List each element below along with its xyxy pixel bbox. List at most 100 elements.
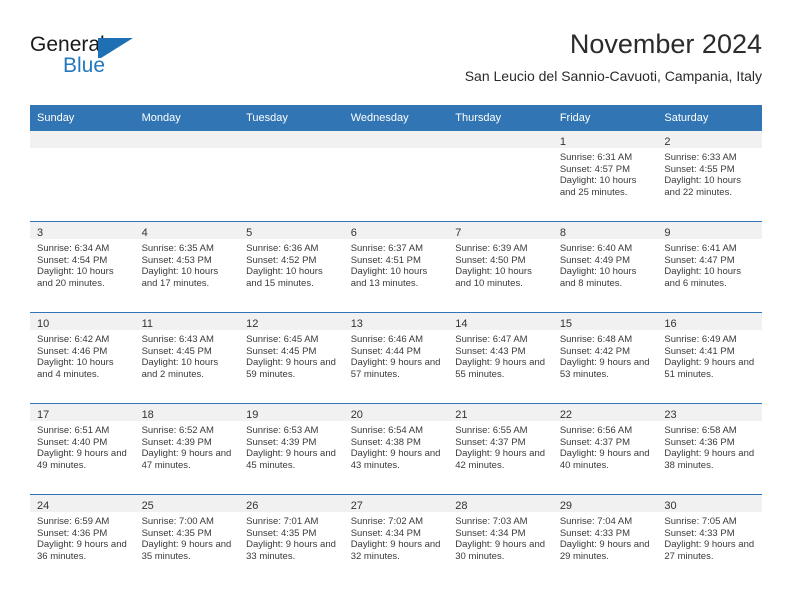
- calendar-day-cell[interactable]: 20 Sunrise: 6:54 AM Sunset: 4:38 PM Dayligh…: [343, 403, 449, 495]
- calendar-header-row-group: Sunday Monday Tuesday Wednesday Thursday…: [30, 105, 762, 131]
- calendar-day-cell[interactable]: 22 Sunrise: 6:56 AM Sunset: 4:37 PM Dayligh…: [552, 403, 658, 495]
- calendar-day-cell[interactable]: 18 Sunrise: 6:52 AM Sunset: 4:39 PM Dayligh…: [134, 403, 240, 495]
- calendar-week-row: 10 Sunrise: 6:42 AM Sunset: 4:46 PM Dayligh…: [30, 312, 762, 404]
- sunrise-line: Sunrise: 6:47 AM: [455, 334, 528, 345]
- sunrise-line: Sunrise: 6:53 AM: [246, 425, 319, 436]
- calendar-day-cell[interactable]: 23 Sunrise: 6:58 AM Sunset: 4:36 PM Dayligh…: [657, 403, 762, 495]
- sunrise-line: Sunrise: 6:37 AM: [350, 243, 424, 254]
- logo-triangle-icon: [101, 38, 133, 58]
- calendar-day-cell[interactable]: 27 Sunrise: 7:02 AM Sunset: 4:34 PM Dayligh…: [343, 494, 449, 585]
- calendar-day-cell[interactable]: 12 Sunrise: 6:45 AM Sunset: 4:45 PM Dayligh…: [239, 312, 344, 404]
- calendar-day-cell[interactable]: 1 Sunrise: 6:31 AM Sunset: 4:57 PM Daylight…: [552, 131, 658, 222]
- calendar-day-cell[interactable]: 10 Sunrise: 6:42 AM Sunset: 4:46 PM Dayligh…: [30, 312, 135, 404]
- day-number-band: 23: [657, 404, 762, 421]
- calendar-day-cell[interactable]: 11 Sunrise: 6:43 AM Sunset: 4:45 PM Dayligh…: [134, 312, 240, 404]
- day-cell-inner: 17 Sunrise: 6:51 AM Sunset: 4:40 PM Dayligh…: [30, 404, 135, 494]
- calendar-day-cell[interactable]: 6 Sunrise: 6:37 AM Sunset: 4:51 PM Daylight…: [343, 221, 449, 313]
- calendar-day-cell[interactable]: 2 Sunrise: 6:33 AM Sunset: 4:55 PM Daylight…: [657, 131, 762, 222]
- calendar-day-cell[interactable]: 5 Sunrise: 6:36 AM Sunset: 4:52 PM Daylight…: [239, 221, 344, 313]
- day-cell-inner: 22 Sunrise: 6:56 AM Sunset: 4:37 PM Dayligh…: [552, 404, 658, 494]
- calendar-day-cell[interactable]: 7 Sunrise: 6:39 AM Sunset: 4:50 PM Daylight…: [448, 221, 553, 313]
- sunrise-line: Sunrise: 6:46 AM: [350, 334, 424, 345]
- daylight-line: Daylight: 9 hours and 59 minutes.: [246, 357, 336, 380]
- day-detail: Sunrise: 6:46 AM Sunset: 4:44 PM Daylight:…: [344, 330, 449, 380]
- sunrise-line: Sunrise: 6:51 AM: [37, 425, 110, 436]
- column-header-thursday: Thursday: [448, 105, 553, 131]
- calendar-day-cell[interactable]: 21 Sunrise: 6:55 AM Sunset: 4:37 PM Dayligh…: [448, 403, 553, 495]
- day-cell-inner: [448, 131, 553, 221]
- sunrise-line: Sunrise: 6:31 AM: [559, 152, 633, 163]
- calendar-day-cell[interactable]: 13 Sunrise: 6:46 AM Sunset: 4:44 PM Dayligh…: [343, 312, 449, 404]
- column-header-saturday: Saturday: [657, 105, 762, 131]
- sunrise-line: Sunrise: 7:02 AM: [350, 516, 424, 527]
- day-number: 25: [141, 500, 154, 512]
- daylight-line: Daylight: 10 hours and 2 minutes.: [141, 357, 219, 380]
- calendar-day-cell[interactable]: 4 Sunrise: 6:35 AM Sunset: 4:53 PM Daylight…: [134, 221, 240, 313]
- calendar-table-wrapper: Sunday Monday Tuesday Wednesday Thursday…: [30, 105, 762, 585]
- day-number: 1: [559, 136, 566, 148]
- day-number-band: [134, 131, 240, 148]
- day-number: 20: [350, 409, 363, 421]
- calendar-day-cell[interactable]: 16 Sunrise: 6:49 AM Sunset: 4:41 PM Dayligh…: [657, 312, 762, 404]
- logo-text-blue: Blue: [63, 54, 106, 77]
- calendar-day-cell[interactable]: 30 Sunrise: 7:05 AM Sunset: 4:33 PM Dayligh…: [657, 494, 762, 585]
- sunrise-line: Sunrise: 6:41 AM: [664, 243, 737, 254]
- calendar-day-cell[interactable]: 19 Sunrise: 6:53 AM Sunset: 4:39 PM Dayligh…: [239, 403, 344, 495]
- daylight-line: Daylight: 9 hours and 35 minutes.: [141, 539, 232, 562]
- daylight-line: Daylight: 10 hours and 22 minutes.: [664, 175, 741, 198]
- sunset-line: Sunset: 4:37 PM: [455, 436, 526, 448]
- day-detail: Sunrise: 7:05 AM Sunset: 4:33 PM Daylight:…: [657, 512, 762, 562]
- calendar-day-cell[interactable]: 15 Sunrise: 6:48 AM Sunset: 4:42 PM Dayligh…: [552, 312, 658, 404]
- day-number-band: 6: [343, 222, 449, 239]
- day-cell-inner: [343, 131, 449, 221]
- day-number-band: 22: [552, 404, 658, 421]
- day-detail: Sunrise: 7:04 AM Sunset: 4:33 PM Daylight:…: [553, 512, 658, 562]
- day-cell-inner: [134, 131, 240, 221]
- sunset-line: Sunset: 4:54 PM: [37, 254, 108, 266]
- calendar-day-cell[interactable]: 29 Sunrise: 7:04 AM Sunset: 4:33 PM Dayligh…: [552, 494, 658, 585]
- column-header-friday: Friday: [552, 105, 658, 131]
- calendar-day-cell: [134, 131, 240, 222]
- calendar-day-cell[interactable]: 26 Sunrise: 7:01 AM Sunset: 4:35 PM Dayligh…: [239, 494, 344, 585]
- calendar-day-cell[interactable]: 24 Sunrise: 6:59 AM Sunset: 4:36 PM Dayligh…: [30, 494, 135, 585]
- column-header-sunday: Sunday: [30, 105, 135, 131]
- calendar-day-cell[interactable]: 14 Sunrise: 6:47 AM Sunset: 4:43 PM Dayligh…: [448, 312, 553, 404]
- day-number: 6: [350, 227, 357, 239]
- daylight-line: Daylight: 10 hours and 25 minutes.: [559, 175, 637, 198]
- day-detail: Sunrise: 7:00 AM Sunset: 4:35 PM Daylight:…: [135, 512, 240, 562]
- calendar-day-cell[interactable]: 28 Sunrise: 7:03 AM Sunset: 4:34 PM Dayligh…: [448, 494, 553, 585]
- day-cell-inner: 25 Sunrise: 7:00 AM Sunset: 4:35 PM Dayligh…: [134, 495, 240, 585]
- day-cell-inner: 18 Sunrise: 6:52 AM Sunset: 4:39 PM Dayligh…: [134, 404, 240, 494]
- day-detail: Sunrise: 6:51 AM Sunset: 4:40 PM Daylight:…: [30, 421, 135, 471]
- general-blue-logo[interactable]: General Blue: [30, 33, 220, 85]
- day-cell-inner: 5 Sunrise: 6:36 AM Sunset: 4:52 PM Daylight…: [239, 222, 344, 312]
- title-block: November 2024 San Leucio del Sannio-Cavu…: [465, 28, 762, 85]
- day-number-band: 11: [134, 313, 240, 330]
- day-cell-inner: 26 Sunrise: 7:01 AM Sunset: 4:35 PM Dayligh…: [239, 495, 344, 585]
- daylight-line: Daylight: 10 hours and 8 minutes.: [559, 266, 637, 289]
- sunset-line: Sunset: 4:36 PM: [37, 527, 108, 539]
- calendar-day-cell[interactable]: 8 Sunrise: 6:40 AM Sunset: 4:49 PM Daylight…: [552, 221, 658, 313]
- day-detail: Sunrise: 6:59 AM Sunset: 4:36 PM Daylight:…: [30, 512, 135, 562]
- calendar-day-cell[interactable]: 25 Sunrise: 7:00 AM Sunset: 4:35 PM Dayligh…: [134, 494, 240, 585]
- day-cell-inner: 1 Sunrise: 6:31 AM Sunset: 4:57 PM Daylight…: [552, 131, 658, 221]
- day-detail: Sunrise: 6:43 AM Sunset: 4:45 PM Daylight:…: [135, 330, 240, 380]
- day-number-band: [448, 131, 553, 148]
- day-detail: Sunrise: 6:41 AM Sunset: 4:47 PM Daylight:…: [657, 239, 762, 289]
- calendar-day-cell[interactable]: 9 Sunrise: 6:41 AM Sunset: 4:47 PM Daylight…: [657, 221, 762, 313]
- day-number-band: 10: [30, 313, 135, 330]
- sunset-line: Sunset: 4:55 PM: [664, 163, 735, 175]
- calendar-day-cell[interactable]: 17 Sunrise: 6:51 AM Sunset: 4:40 PM Dayligh…: [30, 403, 135, 495]
- day-number-band: 12: [239, 313, 344, 330]
- calendar-day-cell[interactable]: 3 Sunrise: 6:34 AM Sunset: 4:54 PM Daylight…: [30, 221, 135, 313]
- day-number: 27: [350, 500, 363, 512]
- day-number: 8: [559, 227, 566, 239]
- sunset-line: Sunset: 4:34 PM: [455, 527, 526, 539]
- day-number: 9: [664, 227, 671, 239]
- daylight-line: Daylight: 9 hours and 40 minutes.: [559, 448, 650, 471]
- day-detail: Sunrise: 6:33 AM Sunset: 4:55 PM Daylight:…: [657, 148, 762, 198]
- day-number-band: 5: [239, 222, 344, 239]
- day-cell-inner: 8 Sunrise: 6:40 AM Sunset: 4:49 PM Daylight…: [552, 222, 658, 312]
- column-header-wednesday: Wednesday: [343, 105, 449, 131]
- sunset-line: Sunset: 4:37 PM: [559, 436, 631, 448]
